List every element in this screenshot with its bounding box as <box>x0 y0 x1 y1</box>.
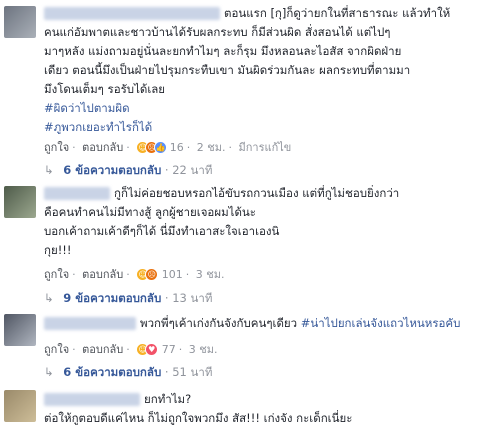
hashtag[interactable]: #ภูพวกเยอะทำไรก็ได้ <box>44 118 470 137</box>
reply-button[interactable]: ตอบกลับ <box>82 343 123 356</box>
timestamp[interactable]: 2 ชม. <box>197 141 226 154</box>
comment-line: มึงโดนเต็มๆ รอรับได้เลย <box>44 82 166 96</box>
comment-body: ยกทำไม? ต่อให้กูตอบดีแค่ไหน ก็ไม่ถูกใจพว… <box>44 390 478 428</box>
edited-label[interactable]: มีการแก้ไข <box>238 141 291 154</box>
comment-line: มาๆหลัง แม่งถามอยู่นั่นละยกทำไมๆ ละก็รุม… <box>44 44 402 58</box>
like-button[interactable]: ถูกใจ <box>44 141 69 154</box>
author-name[interactable] <box>44 187 110 200</box>
comment-line: ต่อให้กูตอบดีแค่ไหน ก็ไม่ถูกใจพวกมึง สัส… <box>44 411 353 425</box>
comment-body: พวกพี่ๆเค้าเก่งกันจังกับคนๆเดียว #น่าไปย… <box>44 314 478 333</box>
reaction-summary[interactable]: ☺ ☹ 👍 <box>136 141 168 155</box>
reaction-summary[interactable]: ☺ ☹ <box>136 268 159 282</box>
hashtag[interactable]: #น่าไปยกเล่นจังแถวไหนหรอคับ <box>301 316 461 330</box>
author-name[interactable] <box>44 7 220 20</box>
timestamp[interactable]: 3 ชม. <box>196 268 225 281</box>
replies-link[interactable]: 9 ข้อความตอบกลับ <box>63 291 161 305</box>
comment-line: ยกทำไม? <box>144 392 192 406</box>
angry-react-icon: ☹ <box>145 268 159 281</box>
comment-2: กูก็ไม่ค่อยชอบหรอกไอ้ขับรถกวนเมือง แต่ที… <box>0 186 480 306</box>
comment-1: ตอนแรก [กุ]ก็ดูว่ายกในที่สาธารณะ แล้วทำใ… <box>0 0 480 177</box>
replies-time: 51 นาที <box>172 365 213 379</box>
like-react-icon: 👍 <box>154 141 168 154</box>
reaction-count[interactable]: 101 <box>162 268 183 281</box>
avatar[interactable] <box>4 314 36 346</box>
comment-4: ยกทำไม? ต่อให้กูตอบดีแค่ไหน ก็ไม่ถูกใจพว… <box>0 390 480 433</box>
reaction-summary[interactable]: ☺ ♥ <box>136 343 159 357</box>
reply-button[interactable]: ตอบกลับ <box>82 268 123 281</box>
view-replies[interactable]: ↳ 6 ข้อความตอบกลับ · 51 นาที <box>44 364 212 382</box>
author-name[interactable] <box>44 393 140 406</box>
comment-actions: ถูกใจ · ตอบกลับ · ☺ ♥ 77 · 3 ชม. <box>44 343 218 357</box>
comment-body: กูก็ไม่ค่อยชอบหรอกไอ้ขับรถกวนเมือง แต่ที… <box>44 184 470 260</box>
comment-line: กุย!!! <box>44 243 72 257</box>
avatar[interactable] <box>4 186 36 218</box>
avatar[interactable] <box>4 390 36 422</box>
comment-line: ตอนแรก [กุ]ก็ดูว่ายกในที่สาธารณะ แล้วทำใ… <box>224 6 451 20</box>
comment-line: เดียว ตอนนี้มึงเป็นฝ่ายไปรุมกระทืบเขา มั… <box>44 63 411 77</box>
reaction-count[interactable]: 77 <box>162 343 176 356</box>
replies-time: 22 นาที <box>172 163 213 177</box>
comment-line: คือคนทำคนไม่มีทางสู้ ลูกผู้ชายเจอผมได้นะ <box>44 205 256 219</box>
comment-line: พวกพี่ๆเค้าเก่งกันจังกับคนๆเดียว <box>140 316 298 330</box>
like-button[interactable]: ถูกใจ <box>44 343 69 356</box>
comment-3: พวกพี่ๆเค้าเก่งกันจังกับคนๆเดียว #น่าไปย… <box>0 314 480 379</box>
view-replies[interactable]: ↳ 6 ข้อความตอบกลับ · 22 นาที <box>44 162 212 180</box>
avatar[interactable] <box>4 6 36 38</box>
replies-link[interactable]: 6 ข้อความตอบกลับ <box>63 163 161 177</box>
comment-line: กูก็ไม่ค่อยชอบหรอกไอ้ขับรถกวนเมือง แต่ที… <box>114 186 400 200</box>
reply-arrow-icon: ↳ <box>44 291 54 305</box>
comment-body: ตอนแรก [กุ]ก็ดูว่ายกในที่สาธารณะ แล้วทำใ… <box>44 4 470 137</box>
replies-link[interactable]: 6 ข้อความตอบกลับ <box>63 365 161 379</box>
view-replies[interactable]: ↳ 9 ข้อความตอบกลับ · 13 นาที <box>44 290 212 308</box>
hashtag[interactable]: #ผิดว่าไปตามผิด <box>44 99 470 118</box>
reply-arrow-icon: ↳ <box>44 365 54 379</box>
author-name[interactable] <box>44 317 136 330</box>
reply-button[interactable]: ตอบกลับ <box>82 141 123 154</box>
replies-time: 13 นาที <box>172 291 213 305</box>
reply-arrow-icon: ↳ <box>44 163 54 177</box>
love-react-icon: ♥ <box>145 343 159 356</box>
comment-line: คนแก่อัมพาตและชาวบ้านได้รับผลกระทบ ก็มีส… <box>44 25 391 39</box>
like-button[interactable]: ถูกใจ <box>44 268 69 281</box>
comment-actions: ถูกใจ · ตอบกลับ · ☺ ☹ 101 · 3 ชม. <box>44 268 225 282</box>
comment-line: บอกเค้าถามเค้าดีๆก็ได้ นี่มึงทำเอาสะใจเอ… <box>44 224 280 238</box>
timestamp[interactable]: 3 ชม. <box>189 343 218 356</box>
reaction-count[interactable]: 16 <box>170 141 184 154</box>
comment-actions: ถูกใจ · ตอบกลับ · ☺ ☹ 👍 16 · 2 ชม. · มีการแก… <box>44 141 292 155</box>
